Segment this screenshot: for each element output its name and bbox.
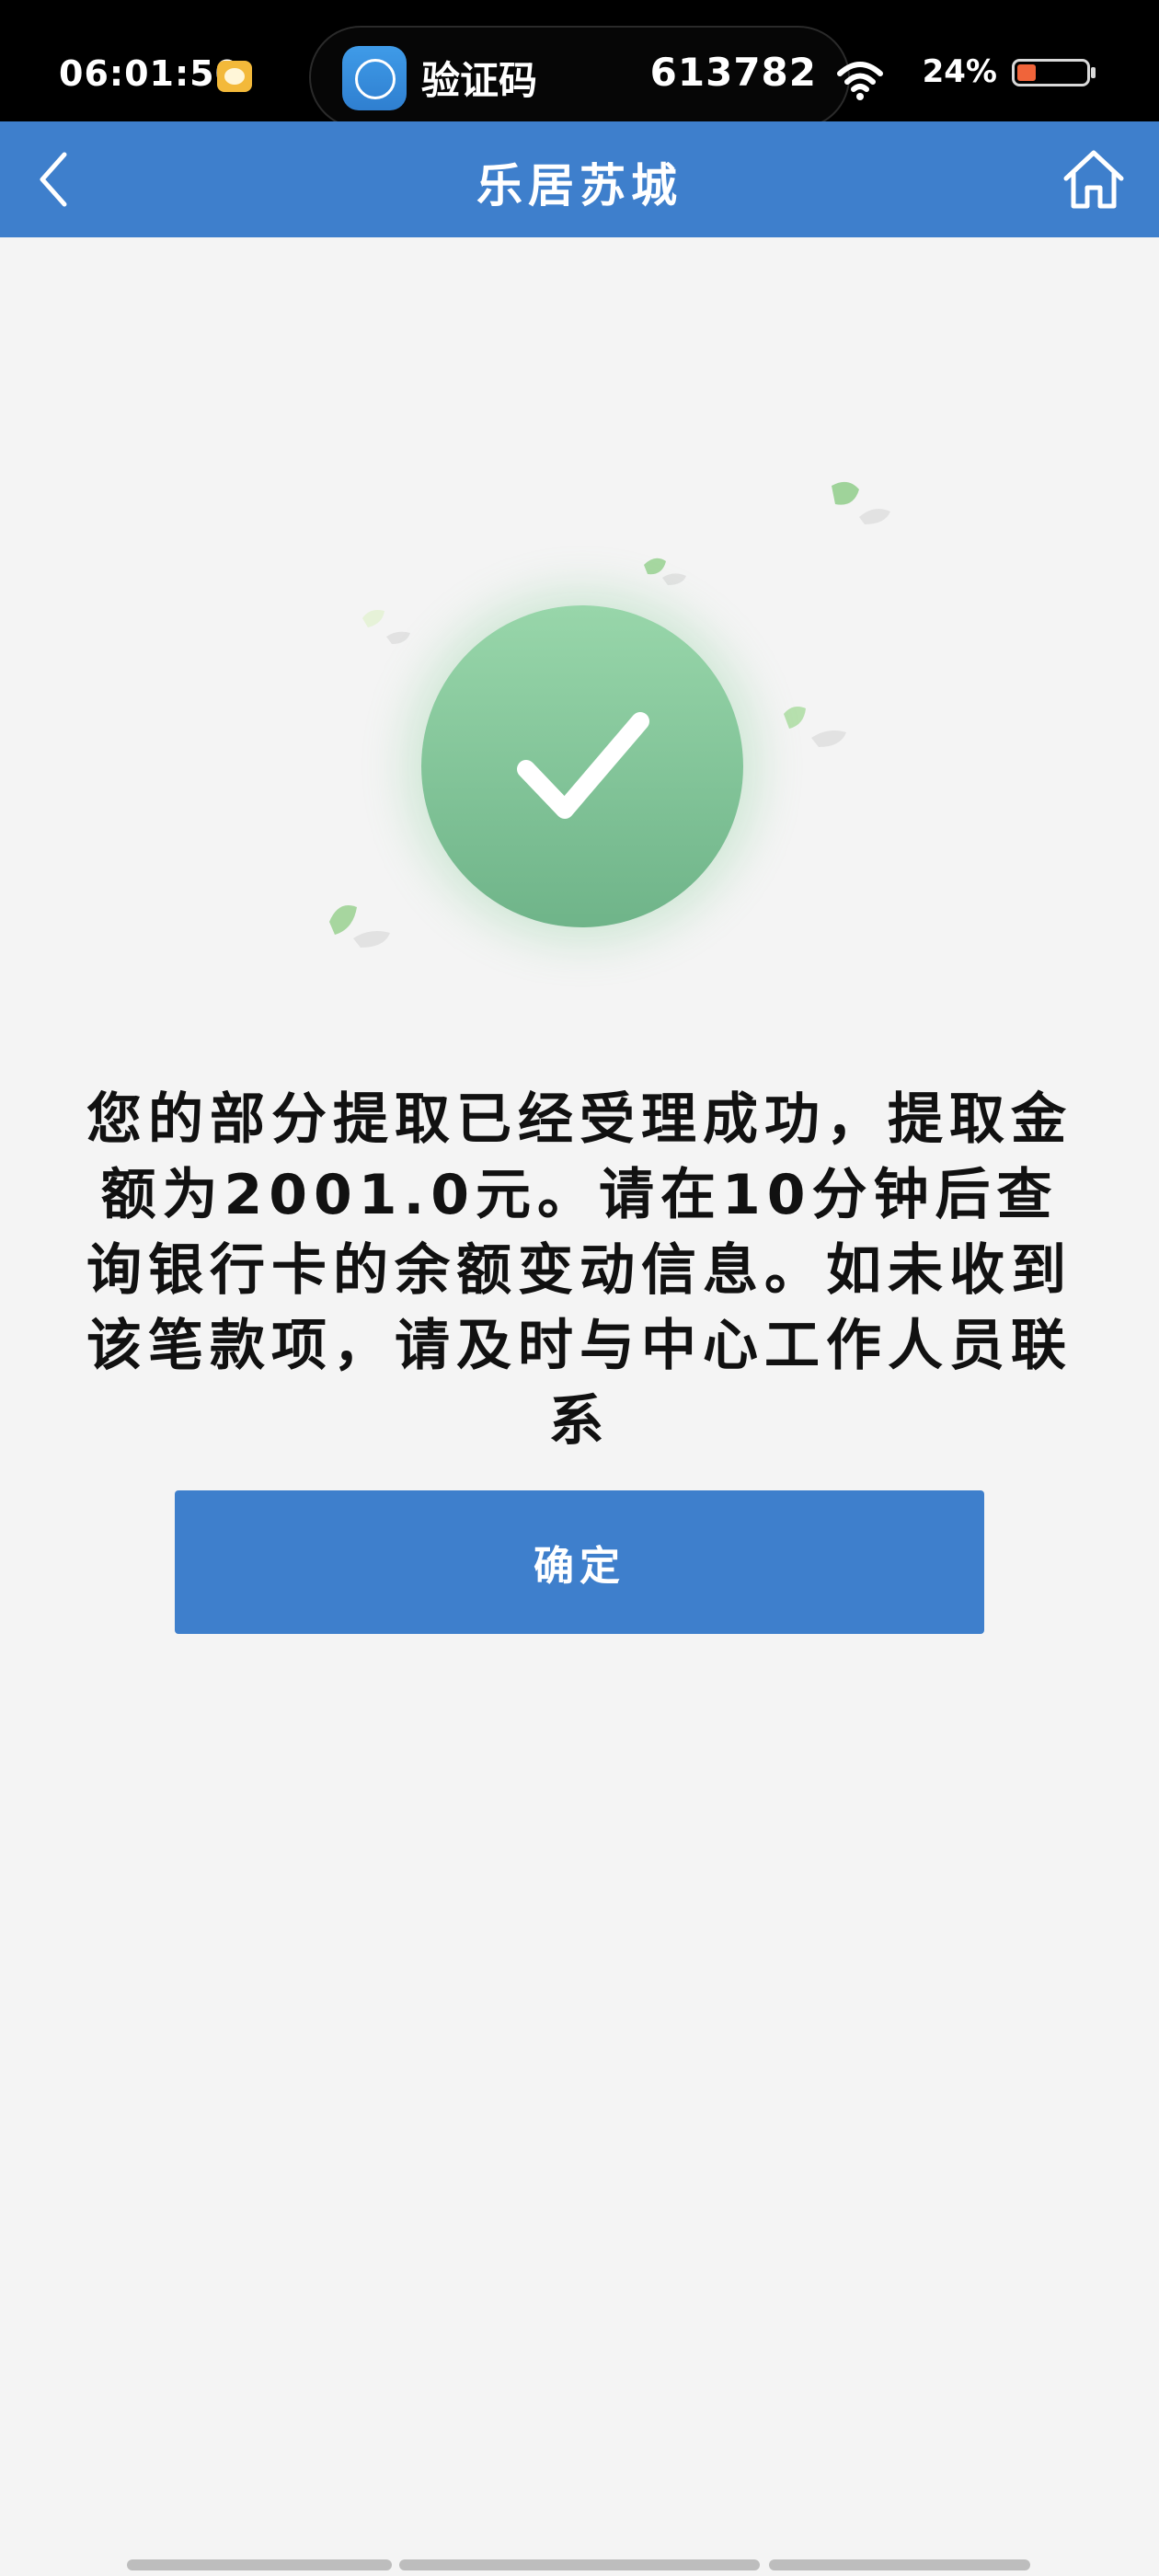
success-message: 您的部分提取已经受理成功，提取金额为2001.0元。请在10分钟后查询银行卡的余… [86,1087,1073,1454]
status-time: 06:01:50 [59,53,241,94]
nav-bar: 乐居苏城 [0,121,1159,237]
confetti-leaf-icon [329,905,390,948]
notification-app-icon [217,61,252,92]
battery-icon [1012,59,1096,86]
status-bar: 06:01:50 验证码 613782 24% [0,0,1159,129]
confetti-leaf-icon [362,610,410,644]
suzhou-app-icon [342,46,407,110]
confetti-leaf-icon [644,558,686,585]
success-checkmark-icon [421,605,743,927]
status-indicators: 24% [820,52,1096,100]
success-illustration [276,451,920,1003]
sms-app-name: 验证码 [421,58,538,103]
home-indicator-segment[interactable] [399,2559,760,2570]
sms-code-notification[interactable]: 验证码 613782 [309,26,850,129]
sms-verification-code: 613782 [649,50,817,95]
home-icon[interactable] [1061,147,1126,212]
withdrawal-success-page: 06:01:50 验证码 613782 24% 乐居苏城 您的部分提取已经受理成… [0,0,1159,2576]
checkmark-icon [517,712,649,819]
page-title: 乐居苏城 [476,159,683,213]
home-indicator-segment[interactable] [769,2559,1030,2570]
confetti-leaf-icon [784,707,846,747]
wifi-icon [837,62,883,100]
confirm-button[interactable]: 确定 [175,1490,984,1634]
confetti-leaf-icon [832,481,890,524]
battery-percent: 24% [922,53,997,90]
home-indicator-segment[interactable] [127,2559,392,2570]
